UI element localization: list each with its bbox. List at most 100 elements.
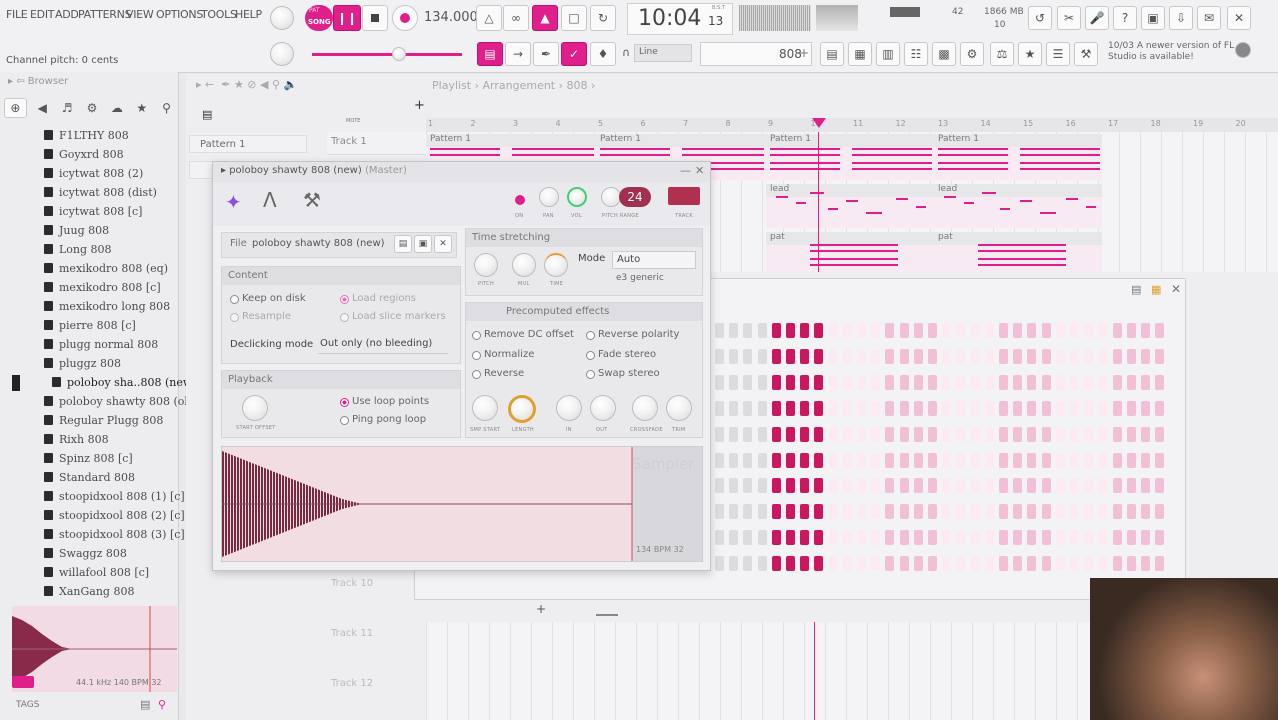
mic-button[interactable]: 🎤 <box>1085 6 1109 30</box>
browser-item[interactable]: Juug 808 <box>44 221 109 239</box>
browser-favorites-button[interactable]: ★ <box>132 98 151 118</box>
step-button[interactable] <box>1027 530 1037 546</box>
view-piano-roll-button[interactable]: ▥ <box>876 42 900 66</box>
step-button[interactable] <box>871 426 881 442</box>
step-button[interactable] <box>871 556 881 572</box>
step-button[interactable] <box>899 426 909 442</box>
step-button[interactable] <box>786 400 795 416</box>
pan-knob[interactable] <box>539 187 559 207</box>
step-button[interactable] <box>928 400 937 416</box>
step-button[interactable] <box>956 556 966 572</box>
step-button[interactable] <box>1141 374 1150 390</box>
step-button[interactable] <box>942 504 952 520</box>
playlist-view-button[interactable]: ▤ <box>477 42 503 66</box>
crossfade-knob[interactable] <box>632 395 658 421</box>
step-button[interactable] <box>1055 452 1065 468</box>
step-button[interactable] <box>814 426 824 442</box>
step-button[interactable] <box>1084 530 1094 546</box>
step-button[interactable] <box>1126 452 1136 468</box>
step-button[interactable] <box>757 400 767 416</box>
clip-pat[interactable]: pat <box>934 232 1102 272</box>
step-button[interactable] <box>928 374 937 390</box>
step-button[interactable] <box>956 374 966 390</box>
browser-item[interactable]: Goyxrd 808 <box>44 145 124 163</box>
step-button[interactable] <box>942 478 952 494</box>
clip-pattern[interactable]: Pattern 1 <box>934 134 1102 180</box>
step-button[interactable] <box>729 348 739 364</box>
step-button[interactable] <box>786 478 795 494</box>
step-button[interactable] <box>999 400 1008 416</box>
playhead-marker[interactable] <box>812 118 826 128</box>
step-button[interactable] <box>1098 530 1108 546</box>
step-button[interactable] <box>1027 478 1037 494</box>
step-button[interactable] <box>1155 452 1165 468</box>
step-button[interactable] <box>1013 452 1023 468</box>
slider-handle[interactable] <box>392 47 406 61</box>
step-button[interactable] <box>771 348 781 364</box>
load-slice-markers-radio[interactable] <box>340 313 349 322</box>
step-button[interactable] <box>1098 426 1108 442</box>
step-button[interactable] <box>1098 348 1108 364</box>
step-button[interactable] <box>729 426 739 442</box>
step-edit-button[interactable]: □ <box>561 5 587 31</box>
step-button[interactable] <box>956 348 966 364</box>
step-button[interactable] <box>984 556 994 572</box>
step-button[interactable] <box>842 452 852 468</box>
step-button[interactable] <box>1027 374 1037 390</box>
step-button[interactable] <box>956 530 966 546</box>
master-volume-slider[interactable] <box>312 53 462 56</box>
master-volume-knob[interactable] <box>270 6 294 30</box>
browser-back-button[interactable]: ◀ <box>33 98 52 118</box>
reverse-polarity-radio[interactable] <box>586 331 595 340</box>
fade-stereo-radio[interactable] <box>586 351 595 360</box>
help-button[interactable]: ? <box>1113 6 1137 30</box>
step-button[interactable] <box>1013 323 1023 338</box>
wave-tab-icon[interactable]: ✦ <box>225 190 242 214</box>
mode-select[interactable]: Auto <box>612 251 696 269</box>
step-button[interactable] <box>913 323 923 338</box>
step-button[interactable] <box>1055 556 1065 572</box>
step-button[interactable] <box>1141 323 1150 338</box>
song-mode-toggle[interactable]: PAT SONG <box>305 5 333 31</box>
step-button[interactable] <box>1155 374 1165 390</box>
step-button[interactable] <box>999 478 1008 494</box>
remove-dc-radio[interactable] <box>472 331 481 340</box>
step-button[interactable] <box>800 504 810 520</box>
step-button[interactable] <box>1055 426 1065 442</box>
master-pitch-knob[interactable] <box>270 42 294 66</box>
add-track-icon[interactable]: + <box>414 98 425 113</box>
step-button[interactable] <box>1013 556 1023 572</box>
step-button[interactable] <box>842 348 852 364</box>
step-button[interactable] <box>1027 452 1037 468</box>
pause-button[interactable]: ❙❙ <box>333 5 361 31</box>
step-button[interactable] <box>1013 374 1023 390</box>
stamp-tool-button[interactable]: ♦ <box>590 42 616 66</box>
step-button[interactable] <box>970 530 980 546</box>
step-button[interactable] <box>956 426 966 442</box>
step-button[interactable] <box>1126 374 1136 390</box>
step-button[interactable] <box>899 348 909 364</box>
step-button[interactable] <box>842 530 852 546</box>
step-button[interactable] <box>1155 400 1165 416</box>
step-button[interactable] <box>857 452 866 468</box>
browser-item[interactable]: pierre 808 [c] <box>44 316 136 334</box>
step-button[interactable] <box>1098 374 1108 390</box>
time-display[interactable]: 10:04 13 B:S:T <box>627 3 733 35</box>
step-button[interactable] <box>970 452 980 468</box>
step-button[interactable] <box>970 348 980 364</box>
step-button[interactable] <box>928 426 937 442</box>
step-button[interactable] <box>1070 504 1079 520</box>
tools-button[interactable]: ⚒ <box>1074 42 1098 66</box>
menu-edit[interactable]: EDIT <box>30 8 54 21</box>
folder-icon[interactable]: ▤ <box>140 698 150 711</box>
step-button[interactable] <box>771 452 781 468</box>
step-button[interactable] <box>842 504 852 520</box>
step-button[interactable] <box>1070 556 1079 572</box>
step-button[interactable] <box>913 348 923 364</box>
browser-item[interactable]: icytwat 808 [c] <box>44 202 142 220</box>
step-button[interactable] <box>899 400 909 416</box>
in-knob[interactable] <box>556 395 582 421</box>
step-button[interactable] <box>814 504 824 520</box>
step-button[interactable] <box>857 478 866 494</box>
minimize-icon[interactable]: — <box>680 164 691 177</box>
